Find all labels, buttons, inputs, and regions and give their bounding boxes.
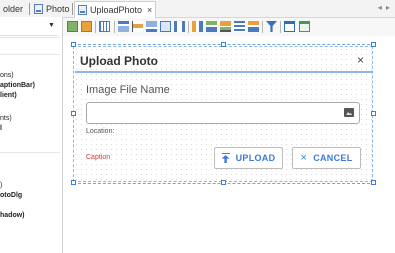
spacing-icon[interactable] (174, 21, 185, 32)
resize-handle[interactable] (371, 111, 376, 116)
tab-older[interactable]: older (0, 1, 26, 17)
tab-separator (29, 3, 30, 15)
upload-arrow-icon (221, 153, 230, 163)
title-underline (75, 71, 372, 73)
tree-item[interactable]: lient) (0, 92, 17, 99)
tab-scroll-arrows[interactable]: ◂ ▸ (378, 3, 391, 12)
stack-icon[interactable] (220, 21, 231, 32)
tab-label: Photo (46, 4, 70, 14)
order-icon[interactable] (234, 21, 245, 32)
location-label: Location: (86, 128, 115, 135)
align-icon[interactable] (206, 21, 217, 32)
tab-order-icon[interactable] (248, 21, 259, 32)
close-icon[interactable]: × (357, 53, 364, 67)
toolbar-separator (262, 21, 263, 33)
align-middle-icon[interactable] (132, 21, 143, 32)
tab-separator (72, 3, 73, 15)
image-file-name-input[interactable] (86, 102, 360, 124)
cancel-button-label: CANCEL (313, 153, 353, 163)
document-icon (78, 5, 87, 15)
tab-label: UploadPhoto (90, 5, 143, 15)
resize-handle[interactable] (71, 42, 76, 47)
toolbar-separator (188, 21, 189, 33)
grid-icon[interactable] (99, 21, 110, 32)
tree-item[interactable]: hadow) (0, 212, 25, 219)
tree-item[interactable]: nts) (0, 115, 12, 122)
size-icon[interactable] (160, 21, 171, 32)
window-icon[interactable] (299, 21, 310, 32)
dialog-title: Upload Photo (80, 54, 158, 68)
divider (0, 54, 60, 55)
resize-handle[interactable] (71, 180, 76, 185)
tab-photo[interactable]: Photo (31, 1, 73, 17)
tree-item[interactable]: l (0, 125, 2, 132)
image-file-name-label: Image File Name (86, 84, 170, 96)
tree-item[interactable]: ) (0, 182, 2, 189)
align-left-icon[interactable] (67, 21, 78, 32)
align-center-icon[interactable] (81, 21, 92, 32)
distribute-icon[interactable] (192, 21, 203, 32)
document-icon (34, 4, 43, 14)
tab-uploadphoto[interactable]: UploadPhoto × (74, 1, 157, 18)
toolbar-separator (95, 21, 96, 33)
close-icon: × (300, 152, 308, 164)
divider (0, 152, 60, 153)
caption-label: Caption (86, 154, 111, 161)
toolbar-separator (114, 21, 115, 33)
resize-handle[interactable] (71, 111, 76, 116)
close-icon[interactable]: × (147, 5, 152, 15)
chevron-down-icon[interactable]: ▼ (48, 22, 55, 29)
tree-item[interactable]: ons) (0, 72, 14, 79)
resize-handle[interactable] (221, 180, 226, 185)
resize-handle[interactable] (371, 180, 376, 185)
tree-item[interactable]: aptionBar) (0, 82, 35, 89)
resize-handle[interactable] (371, 42, 376, 47)
upload-button-label: UPLOAD (235, 153, 276, 163)
cancel-button[interactable]: × CANCEL (292, 147, 361, 169)
toolbar-separator (280, 21, 281, 33)
align-top-icon[interactable] (118, 21, 129, 32)
tab-label: older (3, 4, 24, 14)
preview-icon[interactable] (284, 21, 295, 32)
resize-handle[interactable] (221, 42, 226, 47)
image-icon[interactable] (344, 108, 354, 117)
align-bottom-icon[interactable] (146, 21, 157, 32)
tree-item[interactable]: otoDlg (0, 192, 22, 199)
upload-button[interactable]: UPLOAD (214, 147, 283, 169)
divider (0, 37, 60, 38)
